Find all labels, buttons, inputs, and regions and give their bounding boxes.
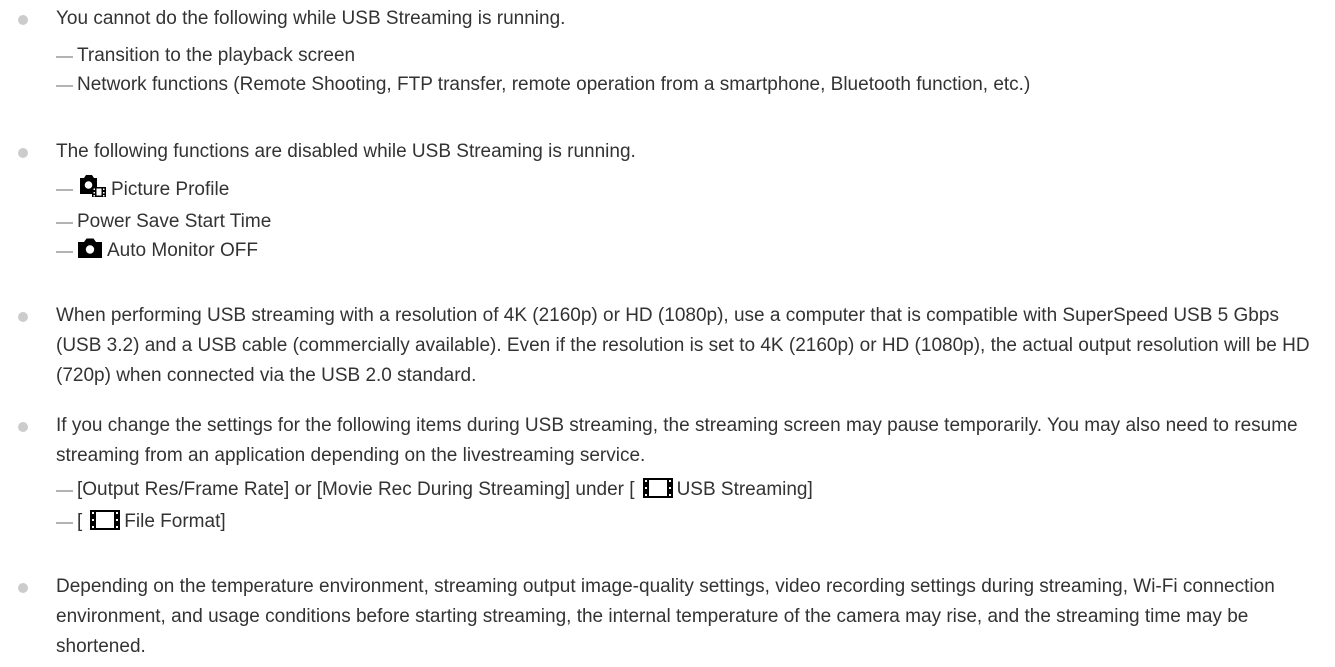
note-text: You cannot do the following while USB St… (56, 8, 566, 29)
sub-item-text: Network functions (Remote Shooting, FTP … (77, 74, 1031, 95)
note-item: You cannot do the following while USB St… (18, 4, 1315, 99)
note-item: The following functions are disabled whi… (18, 137, 1315, 268)
notes-page: You cannot do the following while USB St… (0, 0, 1335, 667)
sub-item-text: Transition to the playback screen (77, 45, 356, 66)
bullet-icon (18, 148, 28, 158)
dash-icon (56, 522, 73, 524)
sub-item-text: Power Save Start Time (77, 211, 272, 232)
note-text: When performing USB streaming with a res… (56, 305, 1310, 386)
still-camera-icon (77, 237, 103, 268)
sub-list-item: [ File Format] (56, 507, 1315, 539)
note-text: Depending on the temperature environment… (56, 576, 1275, 657)
note-text: If you change the settings for the follo… (56, 415, 1298, 466)
bullet-icon (18, 422, 28, 432)
sub-list-item: Power Save Start Time (56, 207, 1315, 236)
movie-film-icon (642, 478, 673, 507)
sub-list-item: Transition to the playback screen (56, 41, 1315, 70)
dash-icon (56, 490, 73, 492)
dash-icon (56, 251, 73, 253)
sub-list-item: Picture Profile (56, 174, 1315, 207)
sub-list-item: Auto Monitor OFF (56, 236, 1315, 268)
dash-icon (56, 56, 73, 58)
bullet-icon (18, 15, 28, 25)
movie-film-icon (90, 510, 121, 539)
sub-item-text: Auto Monitor OFF (107, 240, 258, 261)
sub-list: Picture Profile Power Save Start Time Au… (56, 174, 1315, 268)
sub-list-item: Network functions (Remote Shooting, FTP … (56, 70, 1315, 99)
dash-icon (56, 85, 73, 87)
sub-item-text: File Format] (124, 511, 226, 532)
dash-icon (56, 222, 73, 224)
note-item: If you change the settings for the follo… (18, 411, 1315, 539)
sub-item-text: USB Streaming] (676, 479, 813, 500)
note-item: When performing USB streaming with a res… (18, 301, 1315, 391)
sub-list: [Output Res/Frame Rate] or [Movie Rec Du… (56, 475, 1315, 539)
sub-list: Transition to the playback screen Networ… (56, 41, 1315, 99)
note-item: Depending on the temperature environment… (18, 572, 1315, 662)
still-movie-camera-icon (77, 174, 107, 207)
note-text: The following functions are disabled whi… (56, 141, 636, 162)
bullet-icon (18, 583, 28, 593)
bullet-icon (18, 312, 28, 322)
sub-item-text: Picture Profile (111, 179, 230, 200)
dash-icon (56, 189, 73, 191)
sub-item-text: [ (77, 511, 83, 532)
sub-list-item: [Output Res/Frame Rate] or [Movie Rec Du… (56, 475, 1315, 507)
sub-item-text: [Output Res/Frame Rate] or [Movie Rec Du… (77, 479, 635, 500)
